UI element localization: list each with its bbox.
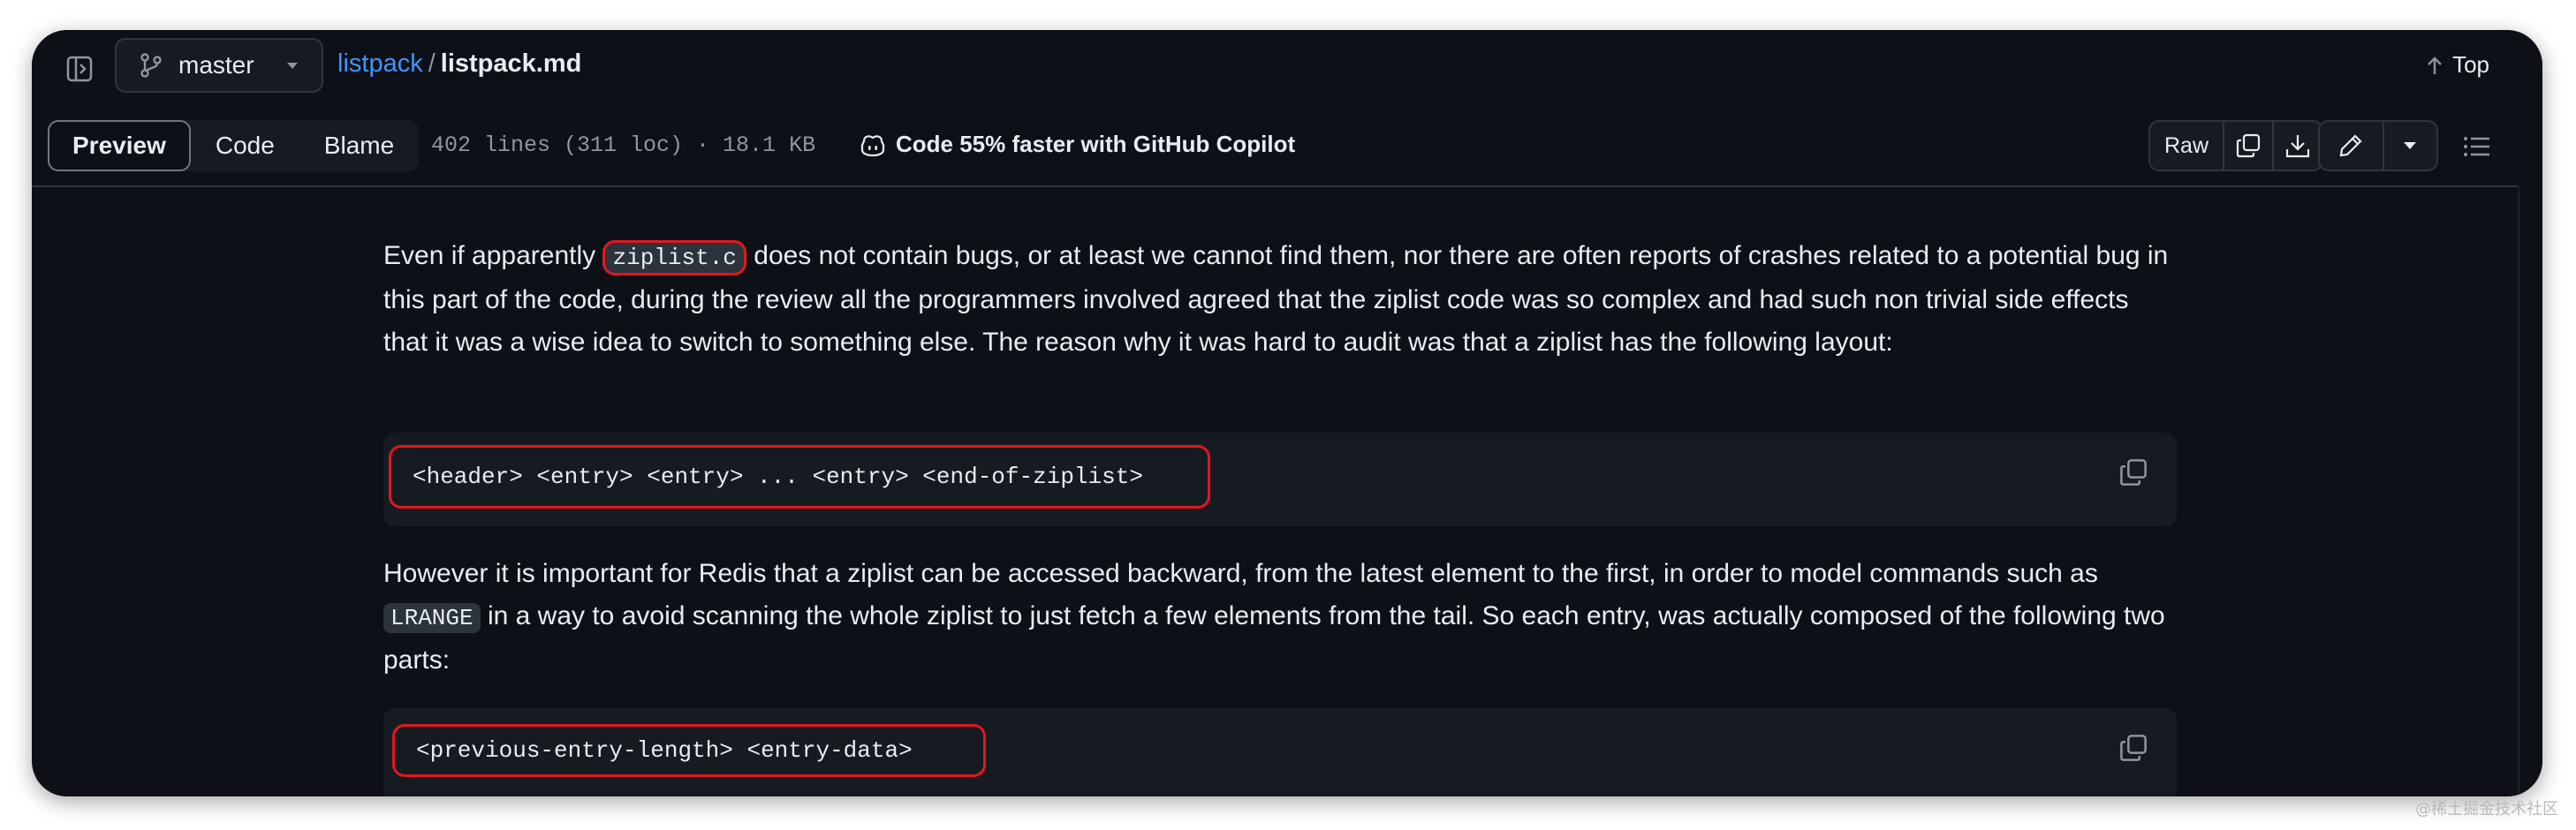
copy-raw-button[interactable] <box>2224 122 2274 170</box>
paragraph-backward-access: However it is important for Redis that a… <box>383 553 2177 682</box>
breadcrumb-repo-link[interactable]: listpack <box>337 49 423 78</box>
branch-name: master <box>178 51 254 79</box>
outline-button[interactable] <box>2459 131 2495 162</box>
code-block-entry-layout: <previous-entry-length> <entry-data> <box>383 708 2177 796</box>
code-block-ziplist-layout: <header> <entry> <entry> ... <entry> <en… <box>383 433 2177 526</box>
tab-blame[interactable]: Blame <box>299 120 419 171</box>
inline-code-ziplist: ziplist.c <box>602 240 746 275</box>
file-toolbar: Preview Code Blame 402 lines (311 loc) ·… <box>32 108 2542 187</box>
scrollbar[interactable] <box>2518 185 2542 796</box>
branch-selector-button[interactable]: master <box>115 38 323 93</box>
edit-more-button[interactable] <box>2384 122 2436 170</box>
code-text: <header> <entry> <entry> ... <entry> <en… <box>389 445 1210 509</box>
github-file-view: master listpack / listpack.md Top Preview … <box>32 30 2542 796</box>
breadcrumb-file-name: listpack.md <box>440 49 582 78</box>
text-run: Even if apparently <box>383 241 603 270</box>
list-icon <box>2464 137 2489 156</box>
tab-code[interactable]: Code <box>191 120 299 171</box>
breadcrumb-separator: / <box>428 49 436 78</box>
copy-icon[interactable] <box>2118 457 2148 487</box>
file-actions: Raw <box>2148 120 2323 171</box>
inline-code-lrange: LRANGE <box>383 603 481 633</box>
code-text: <previous-entry-length> <entry-data> <box>392 724 986 777</box>
paragraph-ziplist-intro: Even if apparently ziplist.c does not co… <box>383 235 2177 364</box>
file-meta: 402 lines (311 loc) · 18.1 KB <box>431 132 816 158</box>
tab-preview[interactable]: Preview <box>48 120 191 171</box>
copilot-promo-link[interactable]: Code 55% faster with GitHub Copilot <box>859 131 1295 158</box>
edit-file-button[interactable] <box>2320 122 2384 170</box>
top-label: Top <box>2452 51 2489 78</box>
back-to-top-button[interactable]: Top <box>2426 51 2489 79</box>
breadcrumb: listpack / listpack.md <box>337 49 581 79</box>
copy-icon[interactable] <box>2118 733 2148 763</box>
text-run: in a way to avoid scanning the whole zip… <box>383 601 2165 675</box>
pencil-icon <box>2340 134 2363 157</box>
text-run: However it is important for Redis that a… <box>383 559 2098 588</box>
git-branch-icon <box>140 53 162 78</box>
watermark: @稀土掘金技术社区 <box>2415 800 2558 819</box>
copy-icon <box>2236 133 2261 158</box>
edit-actions <box>2318 120 2438 171</box>
download-button[interactable] <box>2274 122 2322 170</box>
caret-down-icon <box>287 63 298 69</box>
triangle-down-icon <box>2404 142 2417 149</box>
file-header: master listpack / listpack.md Top <box>32 30 2542 109</box>
raw-button[interactable]: Raw <box>2150 122 2224 170</box>
view-mode-tabs: Preview Code Blame <box>48 120 420 171</box>
download-icon <box>2285 135 2310 158</box>
copilot-icon <box>860 134 885 156</box>
arrow-up-icon <box>2428 56 2442 74</box>
copilot-text: Code 55% faster with GitHub Copilot <box>896 131 1296 157</box>
sidebar-expand-icon[interactable] <box>60 49 99 88</box>
